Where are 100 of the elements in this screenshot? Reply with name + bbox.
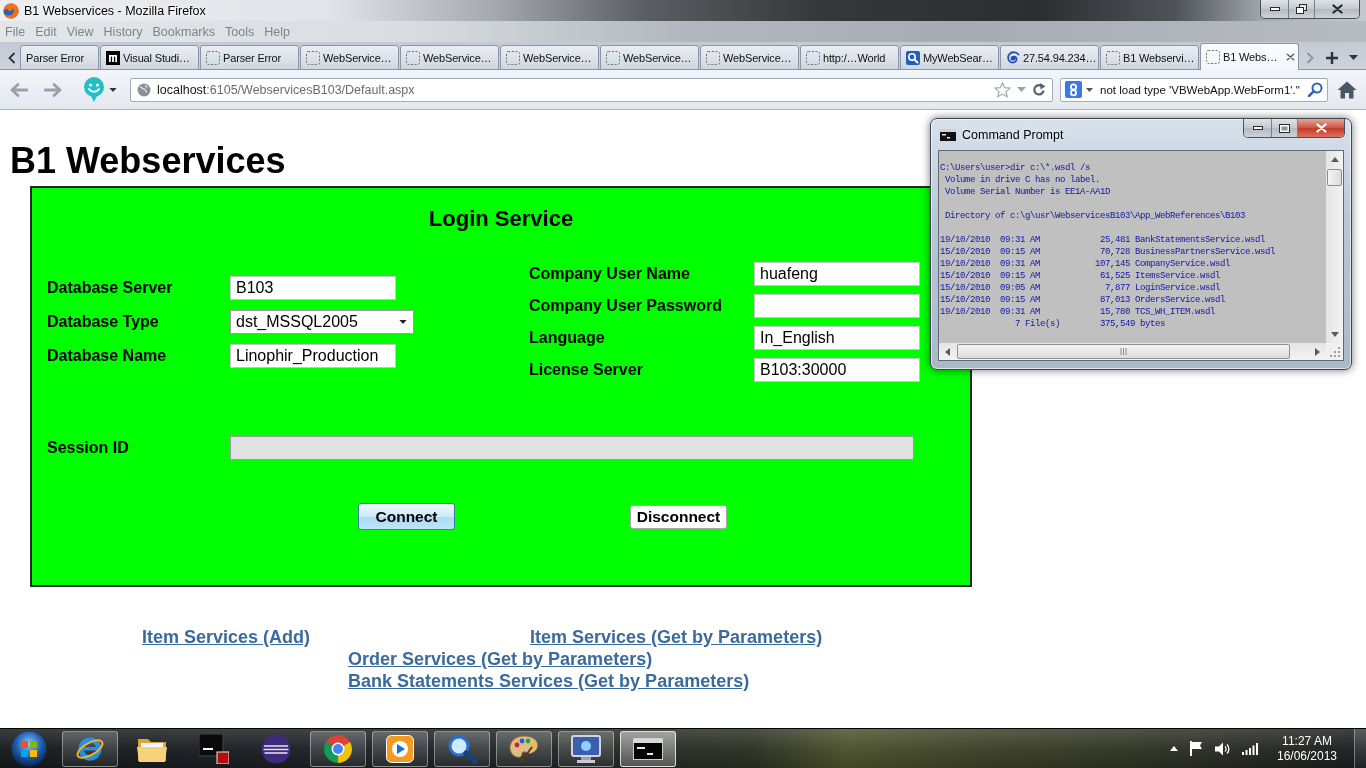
striped-sphere-icon: [261, 733, 291, 764]
tab[interactable]: WebService…: [500, 45, 599, 70]
squares-icon: [199, 733, 229, 764]
blank-page-icon: [706, 50, 720, 65]
show-desktop-button[interactable]: [1354, 728, 1366, 768]
tab[interactable]: Parser Error: [20, 45, 99, 70]
taskbar-button[interactable]: [558, 730, 614, 767]
blank-page-icon: [406, 50, 420, 65]
home-icon: [1337, 80, 1357, 99]
form-button[interactable]: Connect: [358, 503, 455, 530]
caret-down-icon: [109, 87, 117, 92]
form-button[interactable]: Disconnect: [630, 504, 727, 529]
tab[interactable]: Parser Error: [200, 45, 299, 70]
console-icon: [940, 128, 956, 141]
text-field[interactable]: [754, 294, 920, 318]
caret-left-icon: [945, 347, 950, 356]
monitor-icon: [571, 734, 601, 763]
field-label: Database Server: [47, 278, 173, 298]
service-link[interactable]: Item Services (Add): [142, 626, 311, 648]
tab[interactable]: B1 Webs…: [1200, 43, 1299, 70]
star-icon: [994, 81, 1011, 98]
globe-icon: [137, 82, 151, 97]
scrollbar-thumb[interactable]: [957, 344, 1290, 359]
flag-icon: [1190, 741, 1203, 756]
vertical-scrollbar[interactable]: [1326, 151, 1343, 343]
app-logo-icon: [3, 2, 19, 19]
taskbar-button[interactable]: [62, 730, 118, 767]
service-link[interactable]: Item Services (Get by Parameters): [530, 626, 823, 648]
blank-page-icon: [806, 50, 820, 65]
url-field[interactable]: localhost:6105/WebservicesB103/Default.aspx: [130, 77, 1053, 102]
text-field[interactable]: Linophir_Production: [230, 344, 396, 368]
restore-button[interactable]: [1288, 0, 1314, 18]
field-label: Database Type: [47, 312, 159, 332]
search-engine-icon: [1065, 81, 1082, 98]
resize-grip-icon[interactable]: [1326, 343, 1343, 360]
service-link[interactable]: Order Services (Get by Parameters): [348, 648, 653, 670]
close-button[interactable]: [1314, 0, 1359, 18]
caret-down-icon: [1348, 55, 1358, 60]
select-field[interactable]: dst_MSSQL2005: [230, 310, 414, 334]
minimize-button[interactable]: [1261, 0, 1288, 18]
chevron-right-icon: [1306, 51, 1314, 64]
blank-page-icon: [306, 50, 320, 65]
search-field[interactable]: not load type 'VBWebApp.WebForm1'.": [1060, 77, 1328, 102]
text-field[interactable]: B103:30000: [754, 358, 920, 382]
taskbar-button[interactable]: [620, 730, 676, 767]
field-label: Database Name: [47, 346, 167, 366]
caret-down-icon: [1086, 87, 1093, 92]
tab[interactable]: WebService…: [400, 45, 499, 70]
close-icon: [1315, 123, 1327, 133]
console-line: Directory of c:\g\usr\WebservicesB103\App_WebReferences\B103: [944, 210, 1247, 222]
plus-icon: [1326, 51, 1338, 64]
close-icon: [1286, 53, 1295, 61]
minimize-button[interactable]: [1244, 119, 1271, 137]
blank-page-icon: [206, 50, 220, 65]
tab[interactable]: Visual Studi…: [100, 45, 199, 70]
console-line: 7 File(s) 375,549 bytes: [1014, 318, 1167, 330]
clock-date: 16/06/2013: [1276, 748, 1338, 764]
caret-down-icon: [399, 320, 407, 324]
console-line: 15/10/2010 09:05 AM 7,877 LoginService.wsdl: [940, 282, 1222, 294]
blank-page-icon: [606, 50, 620, 65]
blank-page-icon: [1206, 50, 1220, 64]
start-orb-icon: [11, 730, 47, 767]
tab[interactable]: B1 Webservi…: [1100, 45, 1199, 70]
console-line: 19/10/2010 09:31 AM 107,145 CompanyService.wsdl: [940, 258, 1232, 270]
close-icon: [1331, 4, 1343, 14]
panel-title: Login Service: [428, 206, 574, 232]
scrollbar-thumb[interactable]: [1327, 169, 1342, 186]
tab[interactable]: http:/…World: [800, 45, 899, 70]
minimize-icon: [1252, 126, 1263, 130]
service-link[interactable]: Bank Statements Services (Get by Parameters): [348, 670, 750, 692]
tab[interactable]: MyWebSear…: [900, 45, 999, 70]
close-button[interactable]: [1297, 119, 1344, 137]
text-field[interactable]: In_English: [754, 326, 920, 350]
tab[interactable]: WebService…: [700, 45, 799, 70]
swirl-icon: [1006, 50, 1020, 65]
console-line: 15/10/2010 09:15 AM 87,013 OrdersService.wsdl: [940, 294, 1227, 306]
taskbar-button[interactable]: [434, 730, 490, 767]
field-label: Company User Name: [529, 264, 690, 284]
magnifier-icon: [906, 50, 920, 65]
blank-page-icon: [1106, 50, 1120, 65]
taskbar-button[interactable]: [310, 730, 366, 767]
console-line: 15/10/2010 09:15 AM 61,525 ItemsService.wsdl: [940, 270, 1222, 282]
caret-down-icon: [1017, 87, 1026, 92]
search-icon: [1308, 82, 1323, 97]
maximize-button[interactable]: [1271, 119, 1297, 137]
minimize-icon: [1269, 7, 1280, 11]
taskbar-button[interactable]: [496, 730, 552, 767]
text-field[interactable]: huafeng: [754, 262, 920, 286]
tab[interactable]: 27.54.94.234…: [1000, 45, 1099, 70]
taskbar-button[interactable]: [372, 730, 428, 767]
speaker-icon: [1215, 741, 1230, 756]
horizontal-scrollbar[interactable]: [939, 343, 1326, 360]
url-text: localhost:6105/WebservicesB103/Default.aspx: [157, 82, 416, 97]
grip-lines-icon: [1120, 348, 1127, 355]
forward-arrow-icon: [44, 82, 62, 97]
smiley-icon: [83, 77, 105, 102]
tab[interactable]: WebService…: [600, 45, 699, 70]
text-field[interactable]: B103: [230, 276, 396, 300]
tab[interactable]: WebService…: [300, 45, 399, 70]
caret-up-icon: [1170, 746, 1178, 751]
